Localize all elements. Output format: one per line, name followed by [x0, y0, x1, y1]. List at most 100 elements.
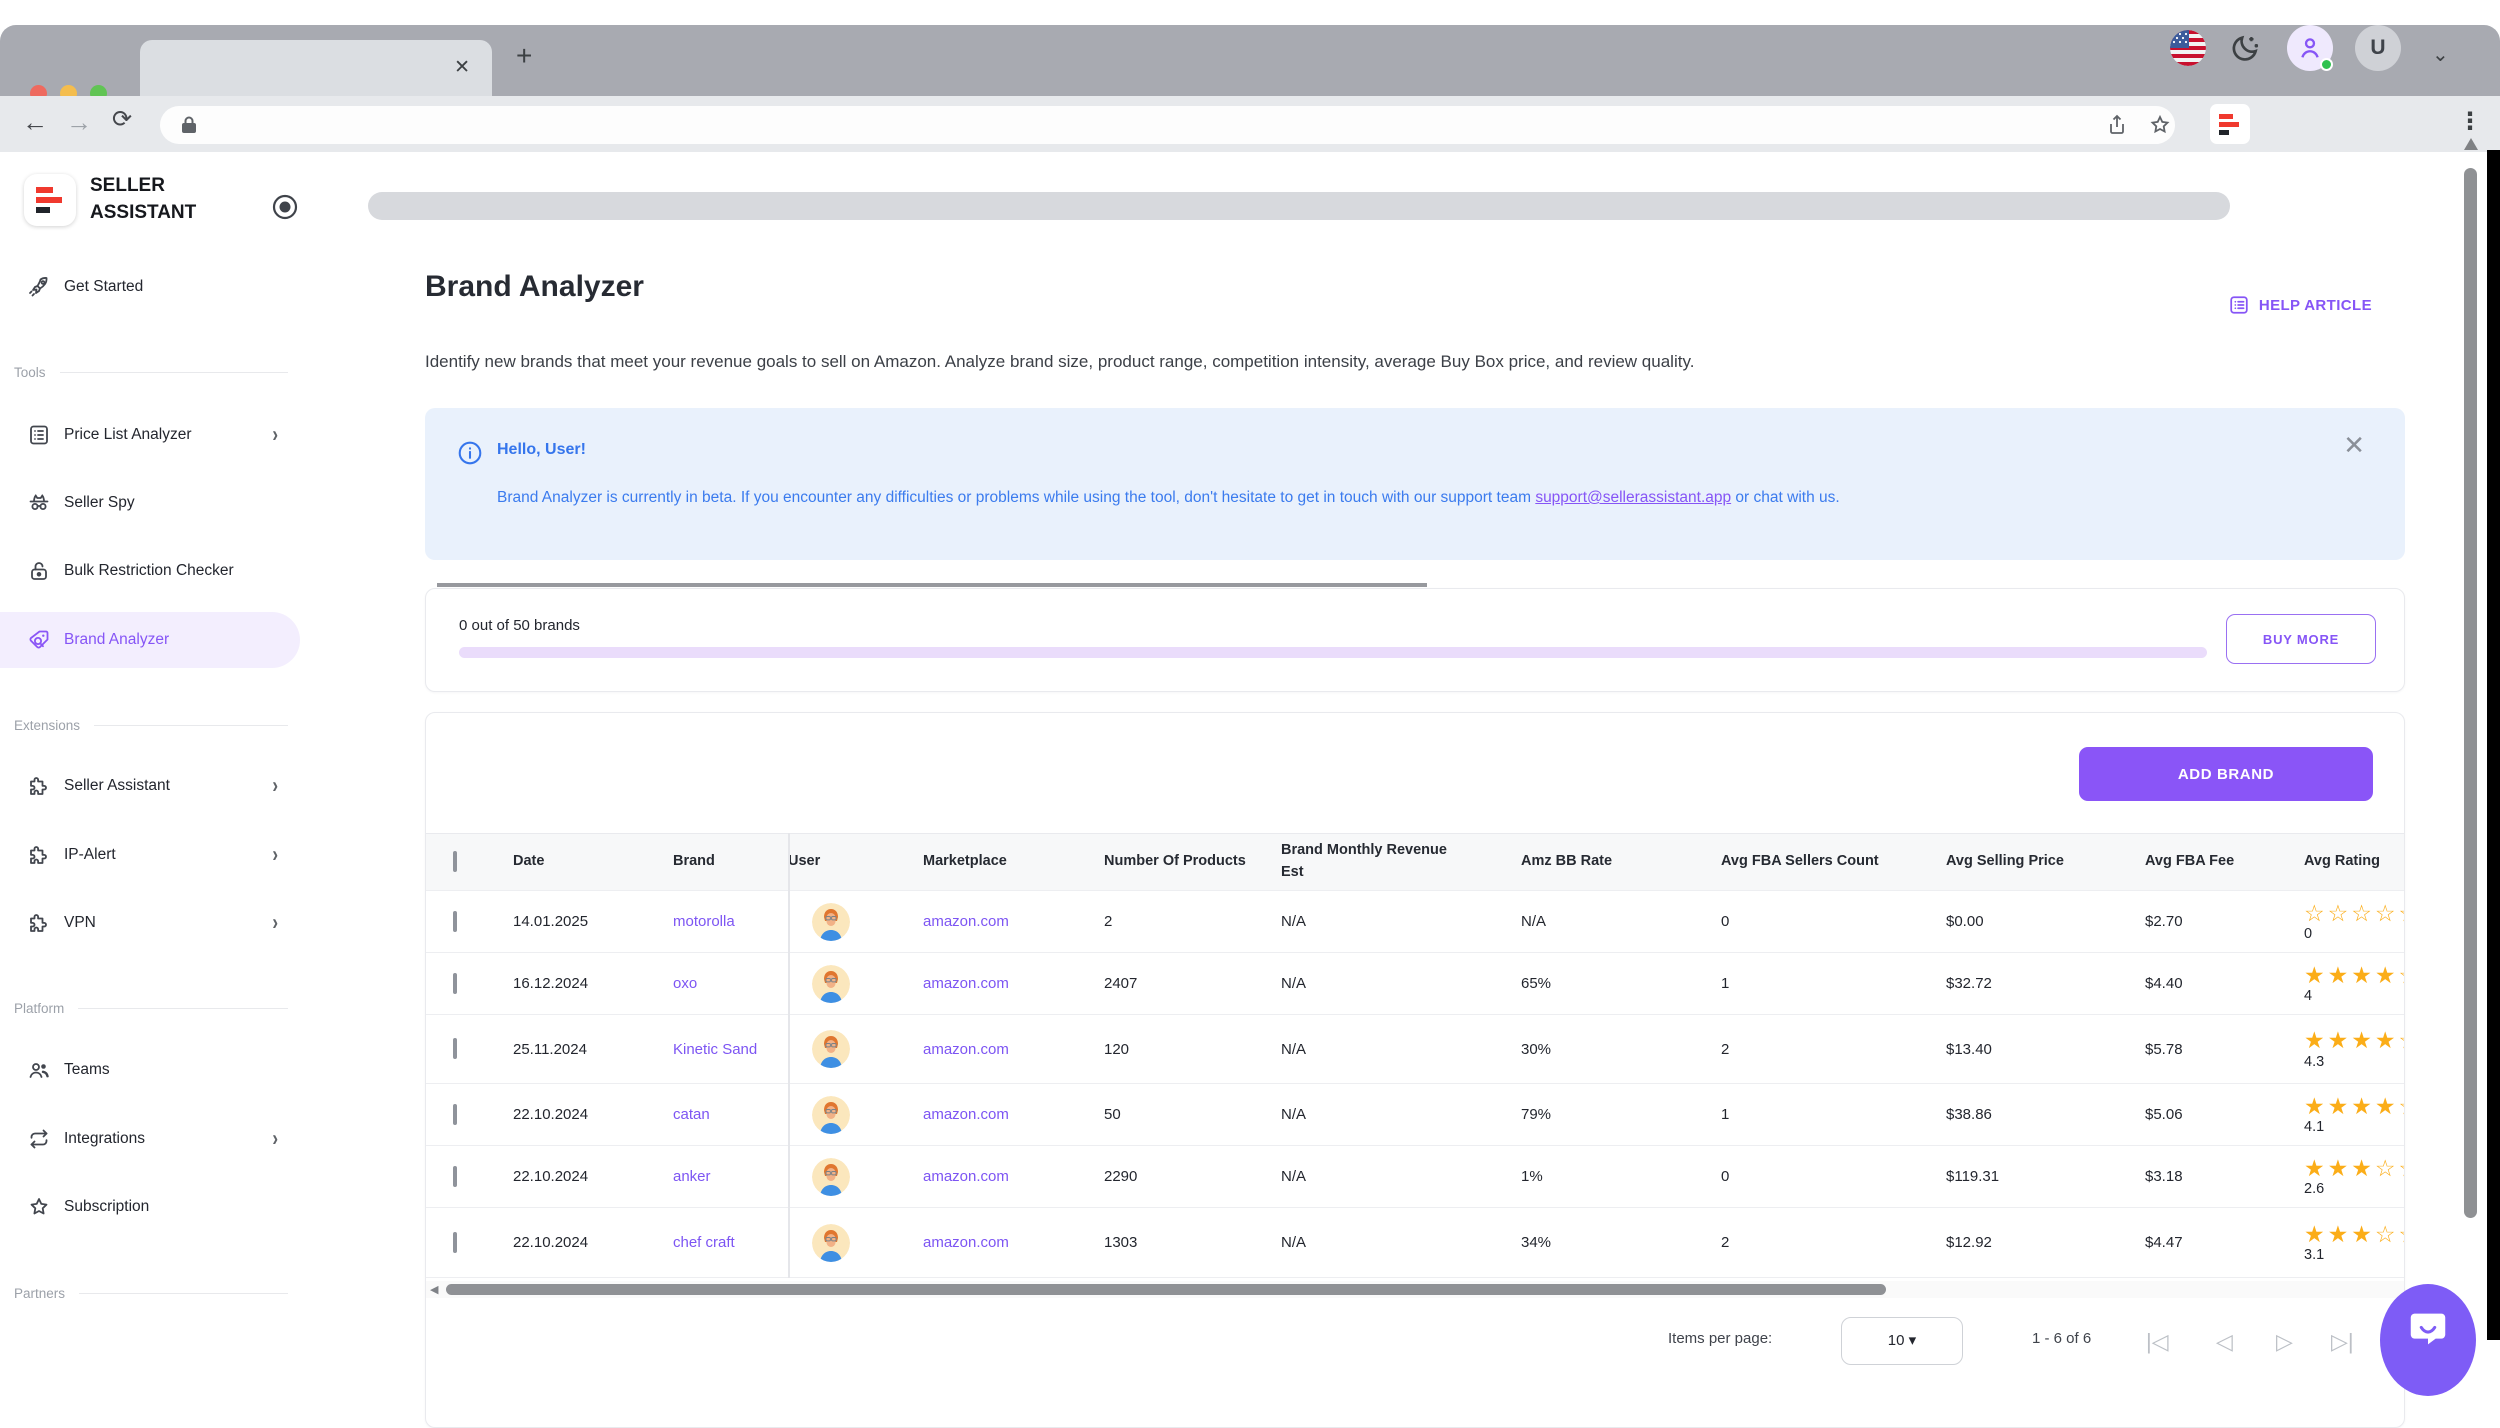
sidebar-item-bulk-restriction-checker[interactable]: Bulk Restriction Checker [0, 543, 300, 599]
cell-avg-fba-sellers-count: 1 [1721, 975, 1946, 992]
first-page-icon[interactable]: |◁ [2146, 1329, 2169, 1355]
chat-widget-button[interactable] [2380, 1284, 2476, 1396]
share-icon[interactable] [2105, 113, 2129, 137]
sidebar-item-teams[interactable]: Teams [0, 1042, 300, 1098]
language-flag-icon[interactable] [2170, 30, 2206, 66]
cell-marketplace-link[interactable]: amazon.com [923, 1168, 1104, 1185]
cell-marketplace-link[interactable]: amazon.com [923, 1234, 1104, 1251]
url-field[interactable] [368, 192, 2230, 220]
people-icon [27, 1058, 51, 1082]
next-page-icon[interactable]: ▷ [2276, 1329, 2293, 1355]
cell-brand-monthly-revenue: N/A [1281, 1234, 1521, 1251]
page-size-select[interactable]: 10 ▾ [1841, 1317, 1963, 1365]
puzzle-icon [27, 774, 51, 798]
back-icon[interactable]: ← [22, 109, 48, 135]
cell-avg-fba-fee: $4.47 [2145, 1234, 2304, 1251]
horizontal-scrollbar[interactable]: ◀ [426, 1281, 2404, 1298]
user-avatar[interactable]: U [2355, 25, 2401, 71]
star-icon [27, 1195, 51, 1219]
cell-brand-monthly-revenue: N/A [1281, 913, 1521, 930]
buy-more-button[interactable]: BUY MORE [2226, 614, 2376, 664]
cell-brand-link[interactable]: anker [673, 1168, 788, 1185]
vertical-scrollbar-thumb[interactable] [2464, 168, 2477, 1218]
last-page-icon[interactable]: ▷| [2331, 1329, 2354, 1355]
cell-avg-fba-fee: $3.18 [2145, 1168, 2304, 1185]
address-bar[interactable] [160, 106, 2175, 144]
cell-brand-link[interactable]: oxo [673, 975, 788, 992]
prev-page-icon[interactable]: ◁ [2216, 1329, 2233, 1355]
row-checkbox[interactable] [453, 1166, 457, 1187]
page-subtitle: Identify new brands that meet your reven… [425, 352, 2405, 372]
cell-number-of-products: 2407 [1104, 975, 1281, 992]
sidebar-item-price-list-analyzer[interactable]: Price List Analyzer› [0, 407, 300, 463]
column-header-amz-bb-rate[interactable]: Amz BB Rate [1521, 851, 1681, 873]
column-header-brand-monthly-revenue-est[interactable]: Brand Monthly Revenue Est [1281, 840, 1471, 884]
sidebar-item-brand-analyzer[interactable]: Brand Analyzer [0, 612, 300, 668]
cell-marketplace-link[interactable]: amazon.com [923, 913, 1104, 930]
cell-brand-link[interactable]: Kinetic Sand [673, 1041, 788, 1058]
row-checkbox[interactable] [453, 911, 457, 932]
cell-brand-link[interactable]: catan [673, 1106, 788, 1123]
cell-brand-monthly-revenue: N/A [1281, 1041, 1521, 1058]
cell-brand-link[interactable]: motorolla [673, 913, 788, 930]
cell-brand-monthly-revenue: N/A [1281, 1106, 1521, 1123]
help-article-link[interactable]: HELP ARTICLE [2228, 294, 2372, 316]
sidebar-item-label: Integrations [64, 1130, 145, 1148]
row-checkbox[interactable] [453, 973, 457, 994]
browser-menu-kebab-icon[interactable]: ⋮ [2458, 110, 2482, 134]
cell-marketplace-link[interactable]: amazon.com [923, 1041, 1104, 1058]
cell-amz-bb-rate: 30% [1521, 1041, 1721, 1058]
cell-brand-monthly-revenue: N/A [1281, 975, 1521, 992]
column-header-avg-fba-fee[interactable]: Avg FBA Fee [2145, 851, 2275, 873]
reload-icon[interactable]: ⟳ [112, 108, 132, 132]
banner-close-icon[interactable]: ✕ [2343, 430, 2365, 461]
tab-close-icon[interactable]: ✕ [454, 58, 470, 77]
sidebar-item-seller-spy[interactable]: Seller Spy [0, 475, 300, 531]
add-brand-button[interactable]: ADD BRAND [2079, 747, 2373, 801]
sidebar: SELLERASSISTANT Get StartedToolsPrice Li… [0, 152, 310, 1340]
account-user-icon[interactable] [2287, 25, 2333, 71]
seller-assistant-extension-icon[interactable] [2210, 104, 2250, 144]
select-all-checkbox[interactable] [453, 851, 457, 872]
tab-search-chevron-icon[interactable]: ⌄ [2432, 45, 2449, 65]
column-header-brand[interactable]: Brand [673, 851, 783, 873]
sidebar-item-get-started[interactable]: Get Started [0, 259, 300, 315]
cell-brand-link[interactable]: chef craft [673, 1234, 788, 1251]
scrollbar-up-arrow-icon[interactable] [2464, 138, 2478, 150]
app-logo[interactable] [24, 174, 76, 226]
new-tab-icon[interactable]: + [516, 42, 532, 70]
cell-marketplace-link[interactable]: amazon.com [923, 975, 1104, 992]
sidebar-collapse-icon[interactable] [272, 194, 298, 220]
sidebar-item-integrations[interactable]: Integrations› [0, 1111, 300, 1167]
column-header-date[interactable]: Date [513, 851, 613, 873]
cell-date: 25.11.2024 [513, 1041, 673, 1058]
column-header-avg-rating[interactable]: Avg Rating [2304, 851, 2404, 873]
row-checkbox[interactable] [453, 1038, 457, 1059]
row-checkbox[interactable] [453, 1104, 457, 1125]
rating-stars-icon: ★★★☆☆ [2304, 1222, 2404, 1247]
column-header-avg-selling-price[interactable]: Avg Selling Price [1946, 851, 2096, 873]
sidebar-item-seller-assistant[interactable]: Seller Assistant› [0, 758, 300, 814]
sidebar-item-label: Price List Analyzer [64, 426, 192, 444]
column-header-avg-fba-sellers-count[interactable]: Avg FBA Sellers Count [1721, 851, 1881, 873]
column-header-user[interactable]: User [788, 851, 878, 873]
column-header-marketplace[interactable]: Marketplace [923, 851, 1063, 873]
cell-number-of-products: 50 [1104, 1106, 1281, 1123]
cell-avg-rating: ★★★★☆4.3 [2304, 1028, 2404, 1069]
horizontal-scrollbar-thumb[interactable] [446, 1284, 1886, 1295]
column-header-number-of-products[interactable]: Number Of Products [1104, 851, 1254, 873]
cell-avg-rating: ★★★☆☆3.1 [2304, 1222, 2404, 1263]
scroll-left-arrow-icon[interactable]: ◀ [430, 1283, 438, 1296]
forward-icon[interactable]: → [66, 109, 92, 135]
sidebar-item-subscription[interactable]: Subscription [0, 1179, 300, 1235]
row-checkbox[interactable] [453, 1232, 457, 1253]
bookmark-star-icon[interactable] [2148, 113, 2172, 137]
browser-tab[interactable]: ✕ [140, 40, 492, 96]
sidebar-item-ip-alert[interactable]: IP-Alert› [0, 827, 300, 883]
sidebar-item-vpn[interactable]: VPN› [0, 895, 300, 951]
info-icon [457, 440, 483, 466]
cell-marketplace-link[interactable]: amazon.com [923, 1106, 1104, 1123]
cell-date: 14.01.2025 [513, 913, 673, 930]
support-email-link[interactable]: support@sellerassistant.app [1535, 489, 1731, 506]
dark-mode-moon-icon[interactable] [2226, 30, 2264, 68]
